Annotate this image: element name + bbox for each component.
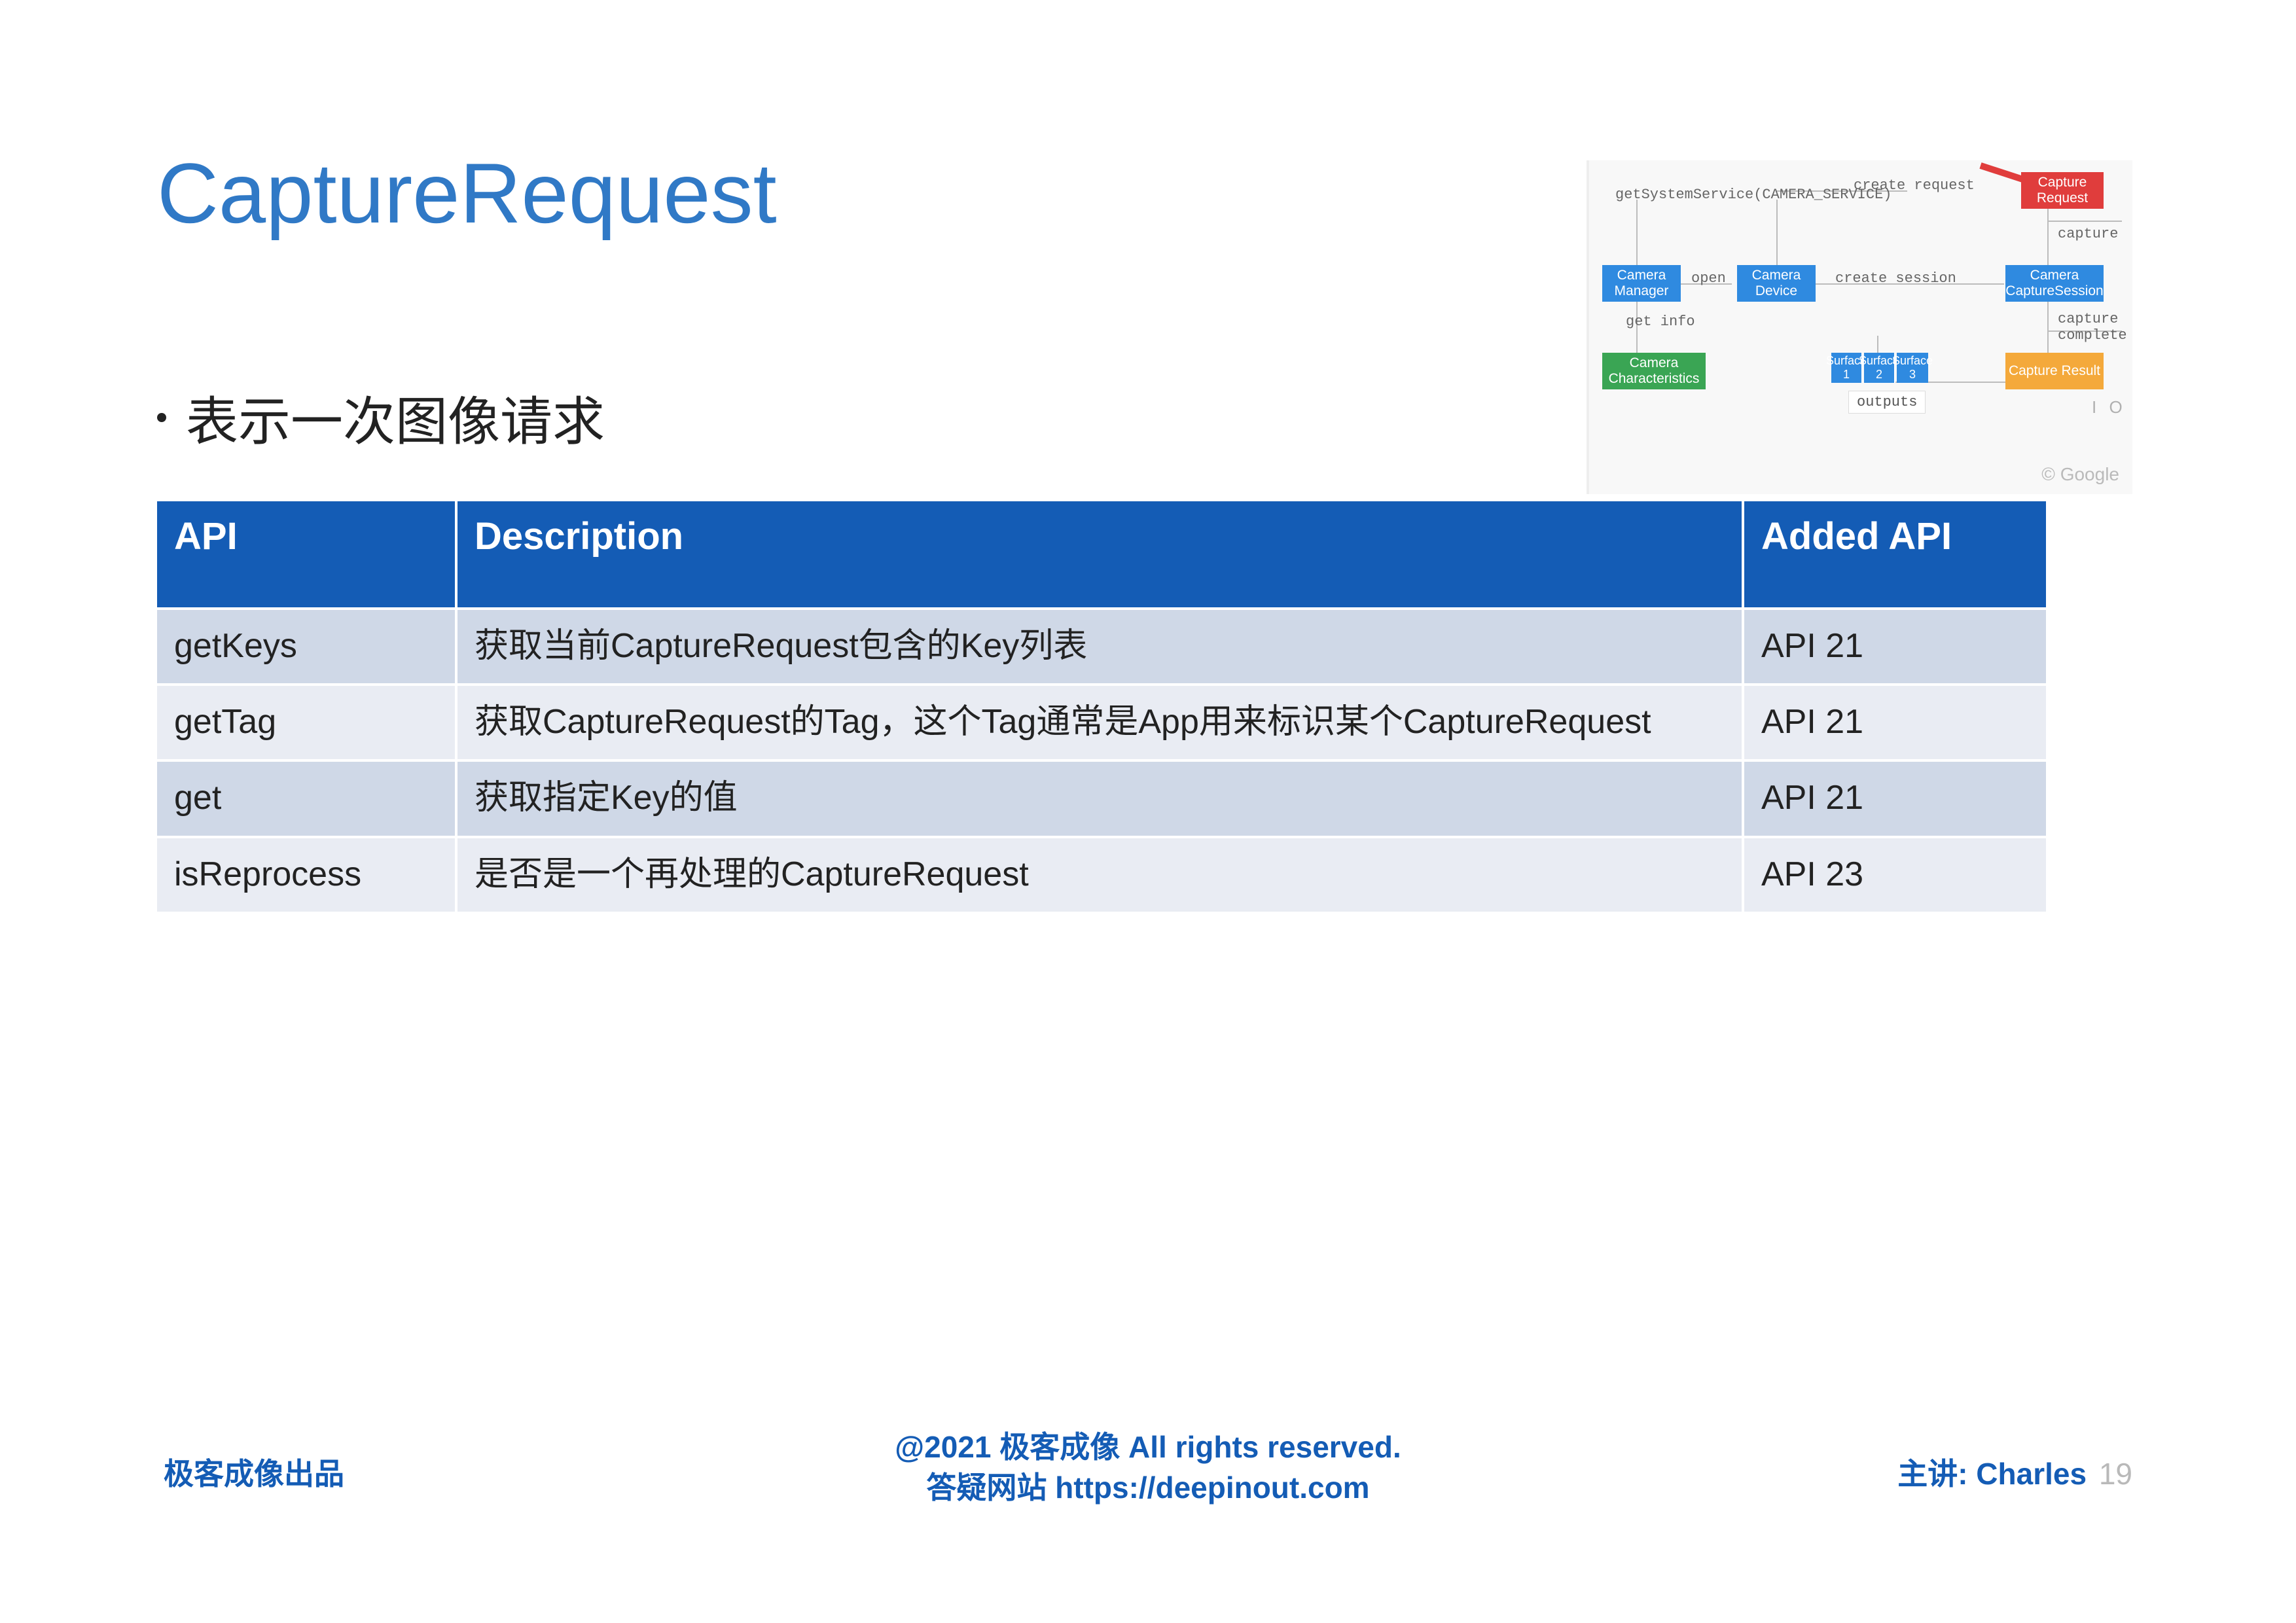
architecture-diagram: getSystemService(CAMERA_SERVICE) open ge… bbox=[1587, 160, 2132, 494]
th-desc: Description bbox=[456, 501, 1743, 609]
footer-center-2: 答疑网站 https://deepinout.com bbox=[895, 1467, 1401, 1508]
box-capture-result: Capture Result bbox=[2005, 353, 2104, 389]
th-api: API bbox=[157, 501, 456, 609]
footer-speaker: 主讲: Charles bbox=[1897, 1457, 2087, 1491]
cell-desc: 获取CaptureRequest的Tag，这个Tag通常是App用来标识某个Ca… bbox=[456, 685, 1743, 760]
footer-center-1: @2021 极客成像 All rights reserved. bbox=[895, 1427, 1401, 1467]
diagram-capcomplete-label: capture complete bbox=[2058, 311, 2130, 344]
bullet-dot-icon bbox=[157, 413, 166, 422]
diagram-createreq-label: create request bbox=[1854, 177, 1975, 194]
box-surface-1: Surface 1 bbox=[1831, 353, 1863, 383]
cell-added: API 21 bbox=[1743, 760, 2047, 836]
cell-added: API 21 bbox=[1743, 609, 2047, 685]
footer-right: 主讲: Charles 19 bbox=[1897, 1450, 2132, 1493]
diagram-capture-label: capture bbox=[2058, 226, 2118, 242]
diagram-outputs-label: outputs bbox=[1848, 391, 1926, 414]
table-row: get 获取指定Key的值 API 21 bbox=[157, 760, 2047, 836]
table-row: getTag 获取CaptureRequest的Tag，这个Tag通常是App用… bbox=[157, 685, 2047, 760]
box-camera-capturesession: Camera CaptureSession bbox=[2005, 265, 2104, 302]
diagram-open-label: open bbox=[1691, 270, 1726, 287]
box-capture-request: Capture Request bbox=[2021, 172, 2104, 209]
cell-api: getKeys bbox=[157, 609, 456, 685]
cell-api: get bbox=[157, 760, 456, 836]
th-added: Added API bbox=[1743, 501, 2047, 609]
cell-api: isReprocess bbox=[157, 837, 456, 913]
box-surface-2: Surface 2 bbox=[1864, 353, 1895, 383]
cell-added: API 21 bbox=[1743, 685, 2047, 760]
table-row: isReprocess 是否是一个再处理的CaptureRequest API … bbox=[157, 837, 2047, 913]
footer-left: 极客成像出品 bbox=[164, 1450, 344, 1493]
box-surface-3: Surface 3 bbox=[1897, 353, 1928, 383]
footer-center: @2021 极客成像 All rights reserved. 答疑网站 htt… bbox=[895, 1427, 1401, 1508]
diagram-getinfo-label: get info bbox=[1626, 313, 1695, 330]
cell-api: getTag bbox=[157, 685, 456, 760]
page-number: 19 bbox=[2099, 1457, 2132, 1491]
api-table: API Description Added API getKeys 获取当前Ca… bbox=[157, 501, 2049, 914]
bullet-text: 表示一次图像请求 bbox=[186, 380, 605, 455]
diagram-createsess-label: create session bbox=[1835, 270, 1956, 287]
cell-added: API 23 bbox=[1743, 837, 2047, 913]
box-camera-characteristics: Camera Characteristics bbox=[1602, 353, 1706, 389]
table-row: getKeys 获取当前CaptureRequest包含的Key列表 API 2… bbox=[157, 609, 2047, 685]
google-credit: © Google bbox=[2041, 464, 2119, 485]
cell-desc: 获取当前CaptureRequest包含的Key列表 bbox=[456, 609, 1743, 685]
io-icon: I O bbox=[2092, 397, 2126, 418]
box-camera-manager: Camera Manager bbox=[1602, 265, 1681, 302]
cell-desc: 是否是一个再处理的CaptureRequest bbox=[456, 837, 1743, 913]
box-camera-device: Camera Device bbox=[1737, 265, 1816, 302]
cell-desc: 获取指定Key的值 bbox=[456, 760, 1743, 836]
diagram-call-label: getSystemService(CAMERA_SERVICE) bbox=[1615, 187, 1892, 203]
